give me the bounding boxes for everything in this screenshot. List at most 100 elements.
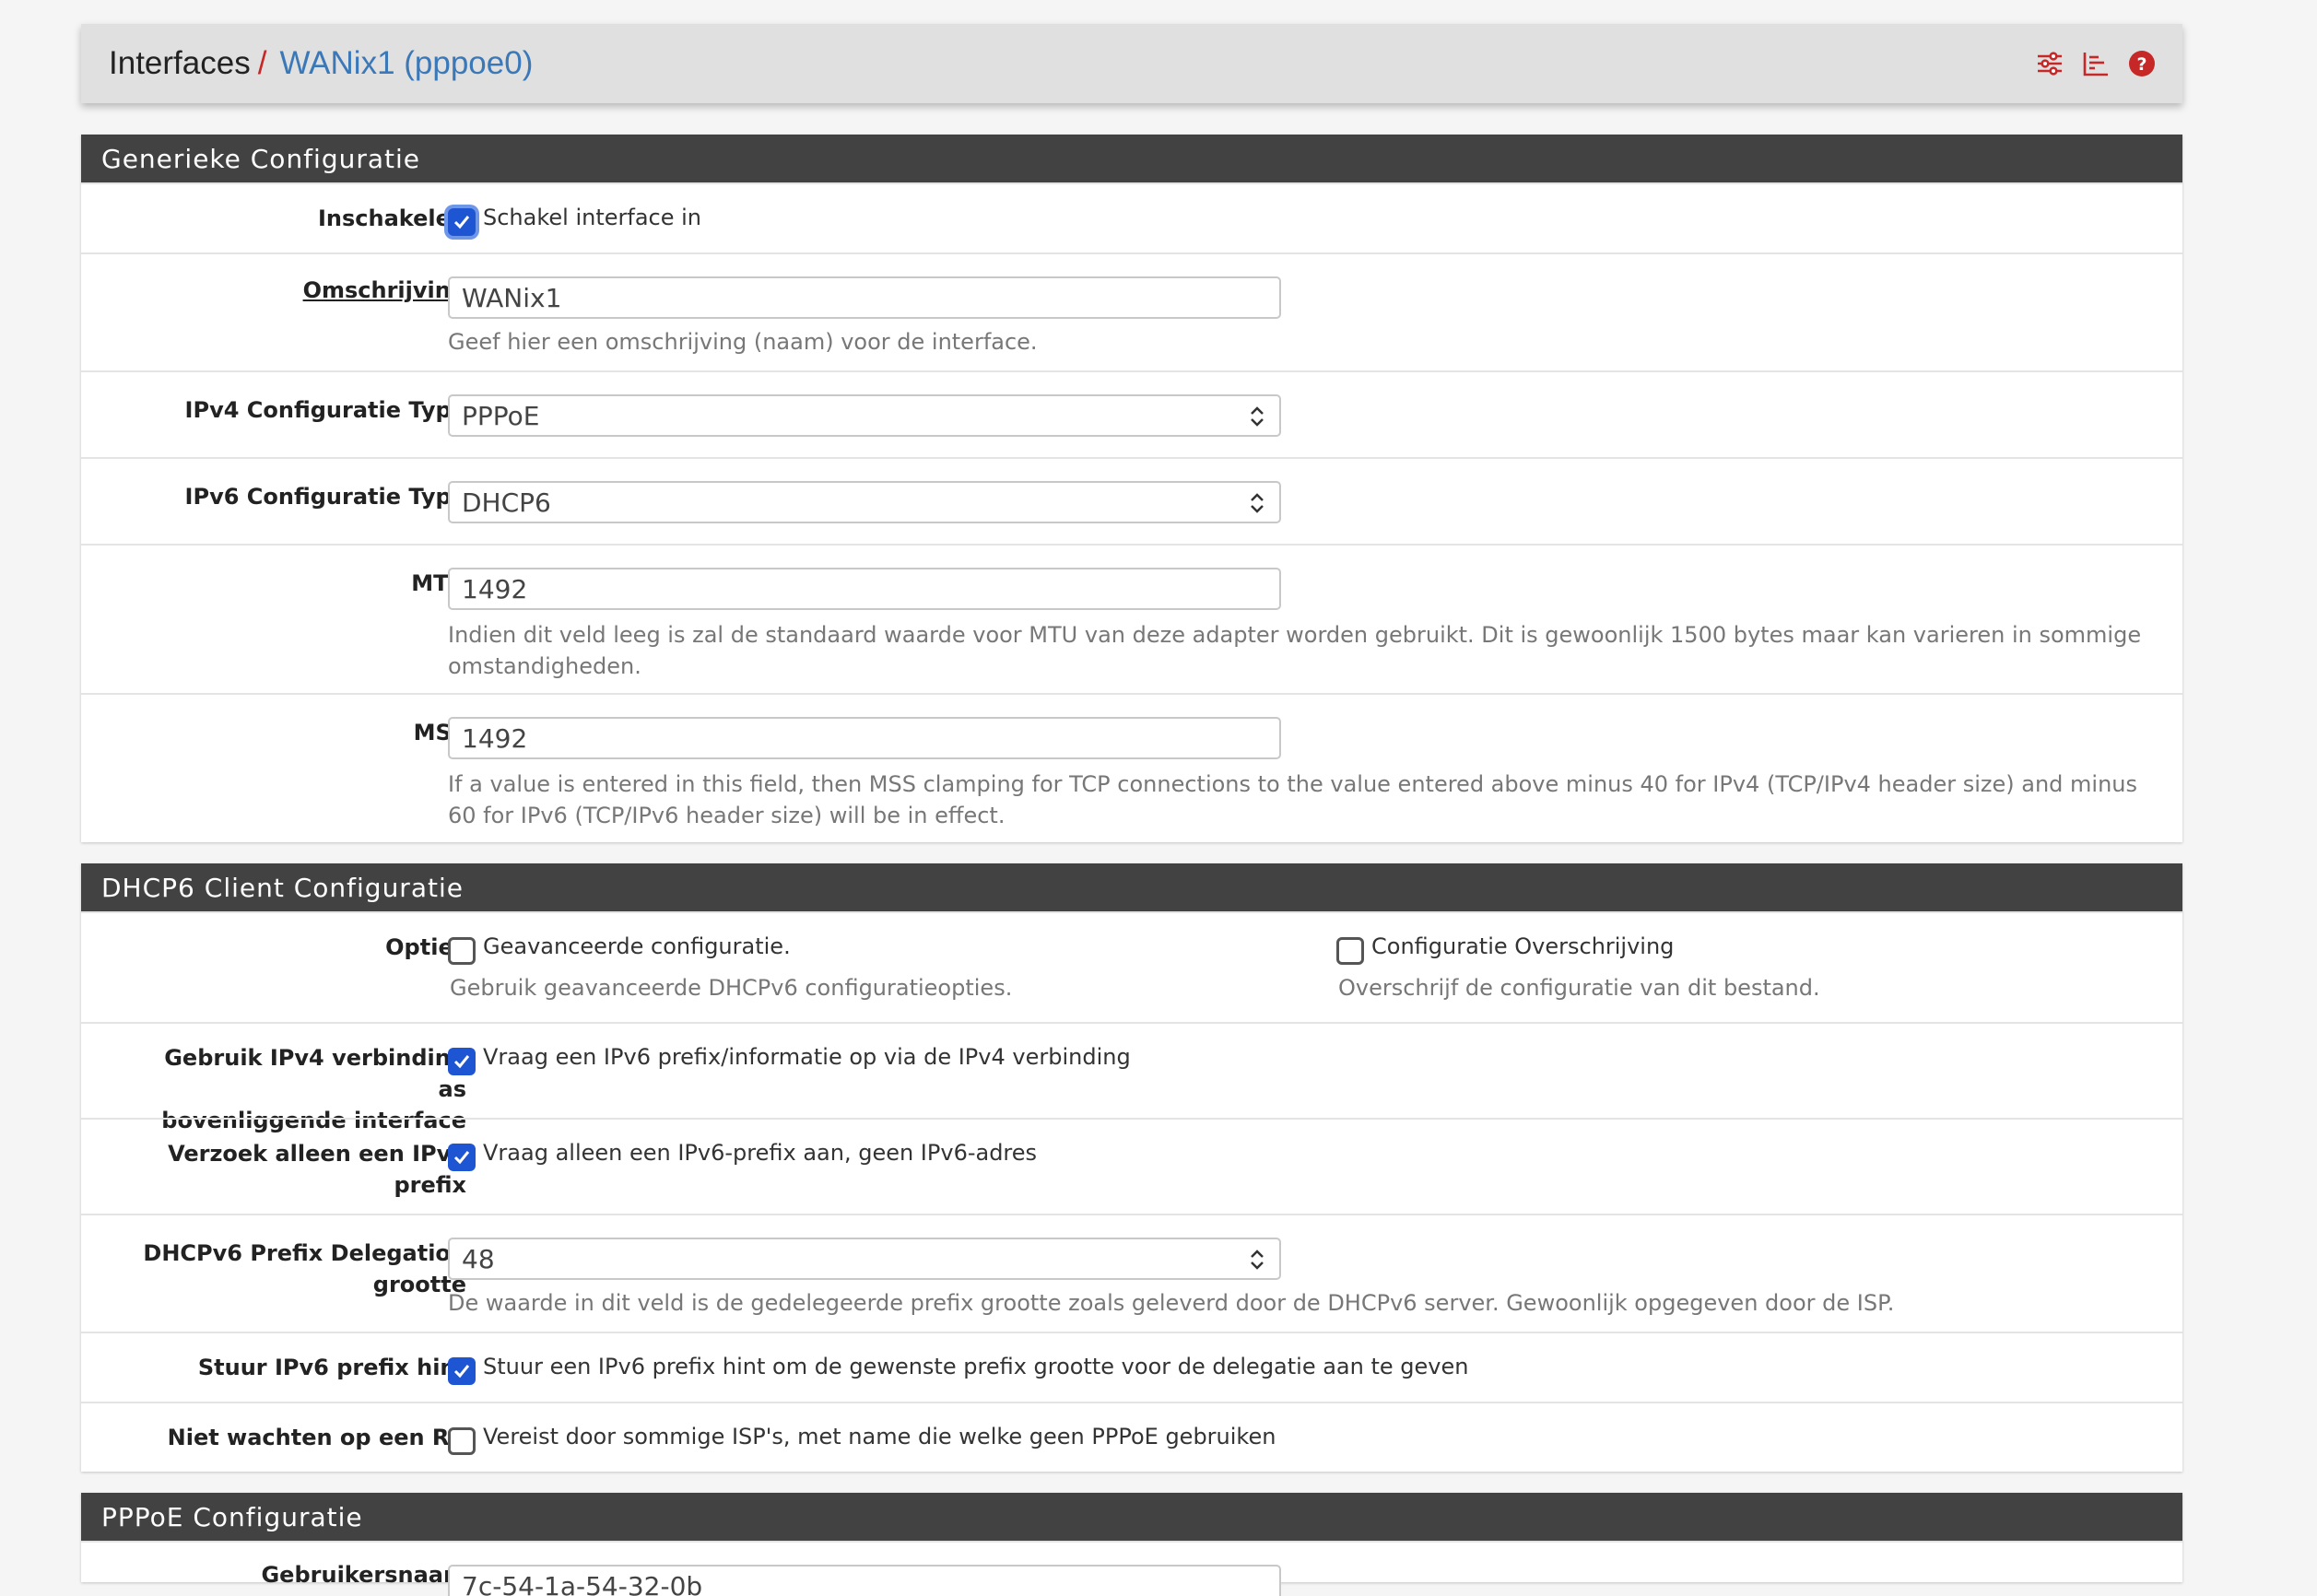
hint-checkbox[interactable]: Stuur een IPv6 prefix hint om de gewenst… bbox=[448, 1354, 1468, 1385]
ipv6type-select[interactable]: DHCP6 bbox=[448, 481, 1281, 523]
field-label: Omschrijving bbox=[302, 277, 466, 303]
username-control: 7c-54-1a-54-32-0b bbox=[448, 1565, 1281, 1596]
sliders-icon[interactable] bbox=[2035, 49, 2064, 78]
delegation-row: DHCPv6 Prefix Delegation grootte 48 De w… bbox=[81, 1214, 2182, 1332]
mss-row: MSS 1492 If a value is entered in this f… bbox=[81, 693, 2182, 842]
general-config-panel: Generieke Configuratie Inschakelen Schak… bbox=[81, 135, 2182, 842]
chevron-updown-icon bbox=[1251, 406, 1264, 427]
field-label: Verzoek alleen een IPv6 prefix bbox=[135, 1138, 466, 1201]
breadcrumb-current[interactable]: WANix1 (pppoe0) bbox=[279, 45, 533, 82]
checkbox-label: Vraag alleen een IPv6-prefix aan, geen I… bbox=[483, 1140, 1038, 1166]
field-label: Opties bbox=[385, 934, 466, 960]
useipv4-checkbox[interactable]: Vraag een IPv6 prefix/informatie op via … bbox=[448, 1044, 1131, 1075]
breadcrumb: Interfaces / WANix1 (pppoe0) ? bbox=[81, 24, 2182, 103]
label-line: Verzoek alleen een IPv6 bbox=[168, 1141, 466, 1167]
prefixonly-row: Verzoek alleen een IPv6 prefix Vraag all… bbox=[81, 1118, 2182, 1214]
mss-control: 1492 If a value is entered in this field… bbox=[448, 717, 2162, 831]
checkbox-unchecked[interactable] bbox=[1336, 937, 1364, 965]
check-icon bbox=[453, 216, 470, 229]
enable-row: Inschakelen Schakel interface in bbox=[81, 182, 2182, 252]
field-label: DHCPv6 Prefix Delegation grootte bbox=[135, 1238, 466, 1300]
help-text: Geef hier een omschrijving (naam) voor d… bbox=[448, 329, 1038, 355]
checkbox-label: Geavanceerde configuratie. bbox=[483, 933, 791, 959]
panel-header: PPPoE Configuratie bbox=[81, 1493, 2182, 1541]
ipv4type-select[interactable]: PPPoE bbox=[448, 394, 1281, 437]
field-label: Stuur IPv6 prefix hint bbox=[197, 1355, 466, 1380]
delegation-select[interactable]: 48 bbox=[448, 1238, 1281, 1280]
panel-header: Generieke Configuratie bbox=[81, 135, 2182, 182]
help-text: If a value is entered in this field, the… bbox=[448, 771, 2137, 828]
field-label: MSS bbox=[413, 720, 466, 745]
enable-checkbox[interactable]: Schakel interface in bbox=[448, 205, 701, 236]
svg-text:?: ? bbox=[2136, 54, 2146, 75]
hint-row: Stuur IPv6 prefix hint Stuur een IPv6 pr… bbox=[81, 1332, 2182, 1402]
check-icon bbox=[453, 1055, 470, 1069]
label-line: DHCPv6 Prefix Delegation bbox=[143, 1240, 466, 1266]
chart-icon[interactable] bbox=[2081, 49, 2111, 78]
mss-input[interactable]: 1492 bbox=[448, 717, 1281, 759]
mtu-row: MTU 1492 Indien dit veld leeg is zal de … bbox=[81, 544, 2182, 693]
checkbox-checked[interactable] bbox=[448, 1144, 476, 1171]
header-icons: ? bbox=[2035, 24, 2157, 103]
delegation-control: 48 De waarde in dit veld is de gedelegee… bbox=[448, 1238, 2162, 1319]
field-label: Niet wachten op een RA bbox=[167, 1425, 466, 1450]
label-line: prefix bbox=[394, 1172, 466, 1198]
pppoe-config-panel: PPPoE Configuratie Gebruikersnaam 7c-54-… bbox=[81, 1493, 2182, 1596]
checkbox-checked[interactable] bbox=[448, 208, 476, 236]
checkbox-unchecked[interactable] bbox=[448, 1427, 476, 1455]
description-row: Omschrijving WANix1 Geef hier een omschr… bbox=[81, 252, 2182, 370]
checkbox-label: Stuur een IPv6 prefix hint om de gewenst… bbox=[483, 1354, 1469, 1379]
ipv6type-control: DHCP6 bbox=[448, 481, 1281, 523]
description-input[interactable]: WANix1 bbox=[448, 276, 1281, 319]
nora-checkbox[interactable]: Vereist door sommige ISP's, met name die… bbox=[448, 1424, 1276, 1455]
checkbox-label: Schakel interface in bbox=[483, 205, 701, 230]
breadcrumb-root[interactable]: Interfaces bbox=[109, 45, 251, 82]
hint-control: Stuur een IPv6 prefix hint om de gewenst… bbox=[448, 1354, 1468, 1385]
description-control: WANix1 Geef hier een omschrijving (naam)… bbox=[448, 276, 2162, 358]
prefixonly-control: Vraag alleen een IPv6-prefix aan, geen I… bbox=[448, 1140, 1037, 1171]
ipv4type-control: PPPoE bbox=[448, 394, 1281, 437]
help-text: Indien dit veld leeg is zal de standaard… bbox=[448, 622, 2142, 679]
breadcrumb-separator: / bbox=[257, 45, 267, 81]
options-row: Opties Geavanceerde configuratie. Gebrui… bbox=[81, 911, 2182, 1022]
ipv4type-row: IPv4 Configuratie Type PPPoE bbox=[81, 370, 2182, 457]
dhcp6-config-panel: DHCP6 Client Configuratie Opties Geavanc… bbox=[81, 863, 2182, 1472]
enable-control: Schakel interface in bbox=[448, 205, 701, 236]
field-label: Inschakelen bbox=[318, 205, 466, 231]
help-text: Overschrijf de configuratie van dit best… bbox=[1338, 975, 1820, 1001]
username-input[interactable]: 7c-54-1a-54-32-0b bbox=[448, 1565, 1281, 1596]
select-value: 48 bbox=[462, 1243, 495, 1274]
help-text: De waarde in dit veld is de gedelegeerde… bbox=[448, 1290, 1895, 1316]
check-icon bbox=[453, 1365, 470, 1379]
ipv6type-row: IPv6 Configuratie Type DHCP6 bbox=[81, 457, 2182, 544]
select-value: PPPoE bbox=[462, 400, 540, 431]
checkbox-label: Vereist door sommige ISP's, met name die… bbox=[483, 1424, 1276, 1449]
field-label: MTU bbox=[411, 570, 466, 596]
field-label: Gebruikersnaam bbox=[261, 1562, 466, 1588]
select-value: DHCP6 bbox=[462, 487, 551, 518]
username-row: Gebruikersnaam 7c-54-1a-54-32-0b bbox=[81, 1541, 2182, 1596]
override-checkbox[interactable]: Configuratie Overschrijving bbox=[1336, 933, 1674, 965]
mtu-control: 1492 Indien dit veld leeg is zal de stan… bbox=[448, 568, 2162, 682]
checkbox-label: Vraag een IPv6 prefix/informatie op via … bbox=[483, 1044, 1131, 1070]
checkbox-checked[interactable] bbox=[448, 1048, 476, 1075]
advanced-checkbox[interactable]: Geavanceerde configuratie. bbox=[448, 933, 791, 965]
override-control: Configuratie Overschrijving Overschrijf … bbox=[1336, 933, 2076, 1003]
chevron-updown-icon bbox=[1251, 1250, 1264, 1270]
label-line: Gebruik IPv4 verbinding as bbox=[164, 1045, 466, 1102]
label-line: grootte bbox=[372, 1272, 466, 1297]
checkbox-checked[interactable] bbox=[448, 1357, 476, 1385]
chevron-updown-icon bbox=[1251, 493, 1264, 513]
prefixonly-checkbox[interactable]: Vraag alleen een IPv6-prefix aan, geen I… bbox=[448, 1140, 1037, 1171]
check-icon bbox=[453, 1151, 470, 1165]
nora-control: Vereist door sommige ISP's, met name die… bbox=[448, 1424, 1276, 1459]
checkbox-unchecked[interactable] bbox=[448, 937, 476, 965]
mtu-input[interactable]: 1492 bbox=[448, 568, 1281, 610]
field-label: IPv4 Configuratie Type bbox=[184, 397, 466, 423]
checkbox-label: Configuratie Overschrijving bbox=[1371, 933, 1675, 959]
nora-row: Niet wachten op een RA Vereist door somm… bbox=[81, 1402, 2182, 1472]
useipv4-control: Vraag een IPv6 prefix/informatie op via … bbox=[448, 1044, 1131, 1075]
panel-header: DHCP6 Client Configuratie bbox=[81, 863, 2182, 911]
field-label: IPv6 Configuratie Type bbox=[184, 484, 466, 510]
help-icon[interactable]: ? bbox=[2127, 49, 2157, 78]
